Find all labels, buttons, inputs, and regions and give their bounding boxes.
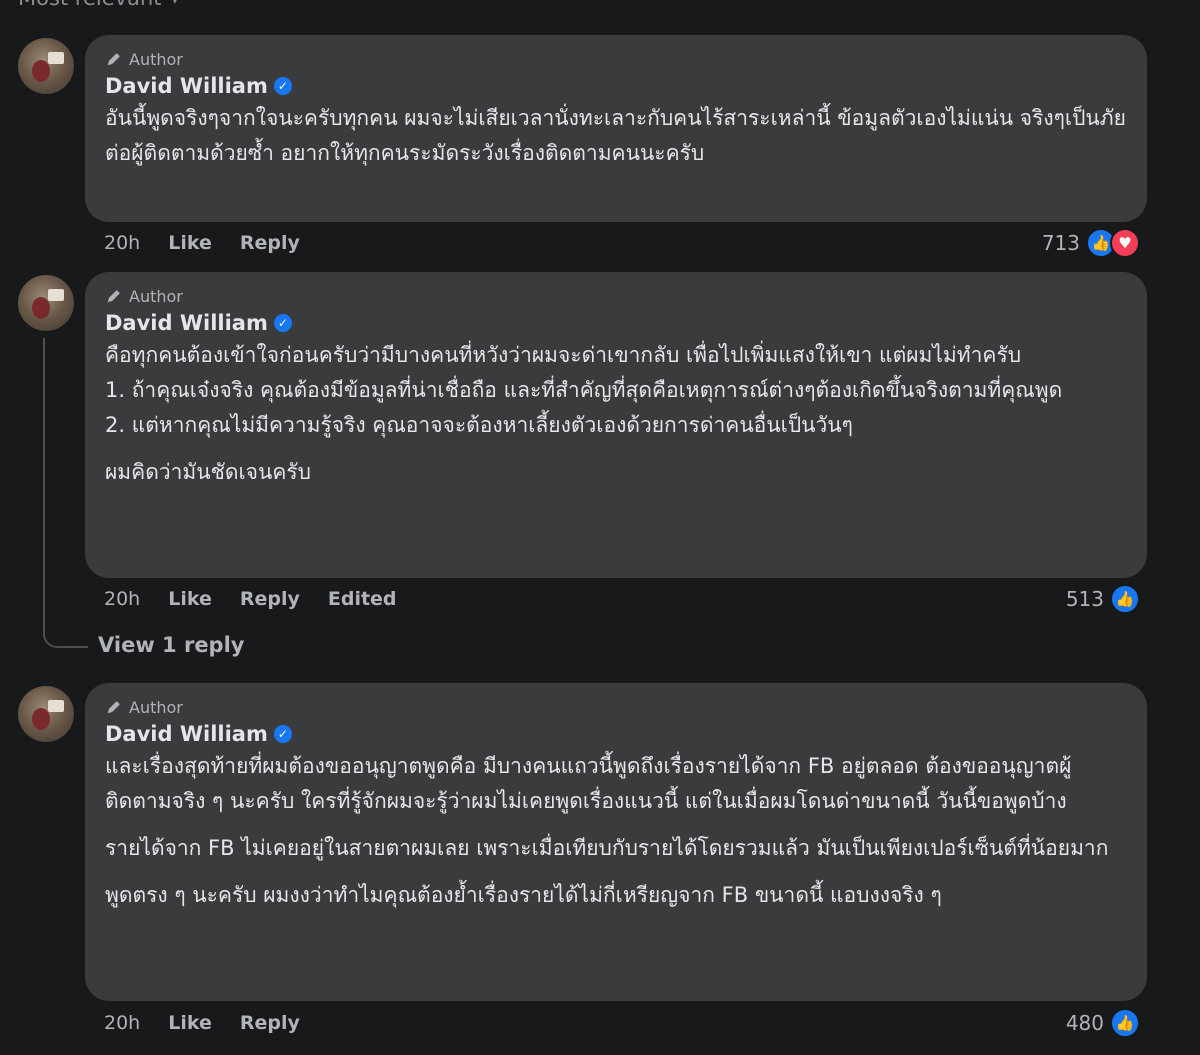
- author-badge-label: Author: [129, 286, 183, 306]
- verified-icon: ✓: [273, 725, 292, 743]
- reaction-summary[interactable]: 480 👍: [1066, 1008, 1140, 1038]
- author-badge-label: Author: [129, 697, 183, 717]
- avatar[interactable]: [18, 275, 74, 331]
- edited-label[interactable]: Edited: [328, 588, 397, 610]
- thread-line: [43, 338, 88, 648]
- comment-timestamp[interactable]: 20h: [104, 1012, 140, 1034]
- like-icon: 👍: [1110, 584, 1140, 614]
- view-replies-link[interactable]: View 1 reply: [98, 633, 244, 657]
- like-button[interactable]: Like: [168, 588, 212, 610]
- pencil-icon: [107, 53, 120, 66]
- comment-paragraph: อันนี้พูดจริงๆจากใจนะครับทุกคน ผมจะไม่เส…: [105, 106, 1126, 165]
- comment-paragraph: และเรื่องสุดท้ายที่ผมต้องขออนุญาตพูดคือ …: [105, 754, 1072, 813]
- reaction-summary[interactable]: 513 👍: [1066, 584, 1140, 614]
- comment-bubble: Author David William ✓ และเรื่องสุดท้ายท…: [85, 683, 1147, 1001]
- like-button[interactable]: Like: [168, 1012, 212, 1034]
- comment-text: คือทุกคนต้องเข้าใจก่อนครับว่ามีบางคนที่ห…: [105, 338, 1127, 490]
- comment-paragraph: พูดตรง ๆ นะครับ ผมงงว่าทำไมคุณต้องย้ำเรื…: [105, 883, 942, 907]
- pencil-icon: [107, 701, 120, 714]
- sort-dropdown[interactable]: Most relevant ▼: [18, 0, 180, 10]
- sort-label: Most relevant: [18, 0, 162, 10]
- author-badge: Author: [105, 284, 1127, 308]
- avatar[interactable]: [18, 686, 74, 742]
- verified-icon: ✓: [273, 77, 292, 95]
- author-badge-label: Author: [129, 49, 183, 69]
- reply-button[interactable]: Reply: [240, 1012, 300, 1034]
- reaction-summary[interactable]: 713 👍 ♥: [1042, 228, 1140, 258]
- reply-button[interactable]: Reply: [240, 588, 300, 610]
- author-badge: Author: [105, 695, 1127, 719]
- commenter-name[interactable]: David William: [105, 311, 268, 335]
- comment-paragraph: 2. แต่หากคุณไม่มีความรู้จริง คุณอาจจะต้อ…: [105, 413, 853, 437]
- commenter-name[interactable]: David William: [105, 722, 268, 746]
- reaction-count: 713: [1041, 231, 1080, 255]
- pencil-icon: [107, 290, 120, 303]
- comment-bubble: Author David William ✓ คือทุกคนต้องเข้าใ…: [85, 272, 1147, 578]
- comment-timestamp[interactable]: 20h: [104, 588, 140, 610]
- reaction-count: 480: [1065, 1011, 1104, 1035]
- comment-text: และเรื่องสุดท้ายที่ผมต้องขออนุญาตพูดคือ …: [105, 749, 1127, 913]
- like-button[interactable]: Like: [168, 232, 212, 254]
- author-badge: Author: [105, 47, 1127, 71]
- reply-button[interactable]: Reply: [240, 232, 300, 254]
- comment-paragraph: คือทุกคนต้องเข้าใจก่อนครับว่ามีบางคนที่ห…: [105, 343, 1022, 367]
- chevron-down-icon: ▼: [170, 0, 181, 6]
- comment-bubble: Author David William ✓ อันนี้พูดจริงๆจาก…: [85, 35, 1147, 222]
- comment-paragraph: รายได้จาก FB ไม่เคยอยู่ในสายตาผมเลย เพรา…: [105, 836, 1109, 860]
- avatar[interactable]: [18, 38, 74, 94]
- comment-paragraph: 1. ถ้าคุณเจ๋งจริง คุณต้องมีข้อมูลที่น่าเ…: [105, 378, 1063, 402]
- love-icon: ♥: [1110, 228, 1140, 258]
- comment-timestamp[interactable]: 20h: [104, 232, 140, 254]
- comment-text: อันนี้พูดจริงๆจากใจนะครับทุกคน ผมจะไม่เส…: [105, 101, 1127, 171]
- like-icon: 👍: [1110, 1008, 1140, 1038]
- reaction-count: 513: [1065, 587, 1104, 611]
- commenter-name[interactable]: David William: [105, 74, 268, 98]
- comment-paragraph: ผมคิดว่ามันชัดเจนครับ: [105, 460, 312, 484]
- verified-icon: ✓: [273, 314, 292, 332]
